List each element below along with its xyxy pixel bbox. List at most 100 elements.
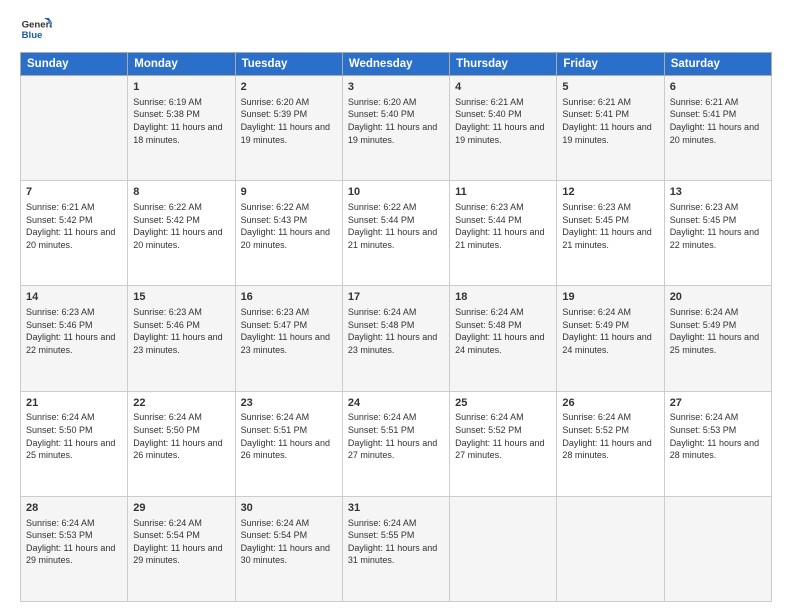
- day-number: 23: [241, 396, 337, 411]
- day-number: 31: [348, 501, 444, 516]
- calendar-cell: 26Sunrise: 6:24 AMSunset: 5:52 PMDayligh…: [557, 391, 664, 496]
- day-number: 8: [133, 185, 229, 200]
- day-number: 12: [562, 185, 658, 200]
- cell-info: Sunrise: 6:24 AMSunset: 5:50 PMDaylight:…: [133, 411, 229, 461]
- cell-info: Sunrise: 6:21 AMSunset: 5:41 PMDaylight:…: [562, 96, 658, 146]
- calendar-cell: 12Sunrise: 6:23 AMSunset: 5:45 PMDayligh…: [557, 181, 664, 286]
- cell-info: Sunrise: 6:23 AMSunset: 5:44 PMDaylight:…: [455, 201, 551, 251]
- cell-info: Sunrise: 6:21 AMSunset: 5:41 PMDaylight:…: [670, 96, 766, 146]
- cell-info: Sunrise: 6:22 AMSunset: 5:42 PMDaylight:…: [133, 201, 229, 251]
- day-number: 26: [562, 396, 658, 411]
- day-number: 17: [348, 290, 444, 305]
- calendar-cell: 19Sunrise: 6:24 AMSunset: 5:49 PMDayligh…: [557, 286, 664, 391]
- day-number: 18: [455, 290, 551, 305]
- day-number: 21: [26, 396, 122, 411]
- day-number: 7: [26, 185, 122, 200]
- cell-info: Sunrise: 6:21 AMSunset: 5:40 PMDaylight:…: [455, 96, 551, 146]
- cell-info: Sunrise: 6:23 AMSunset: 5:46 PMDaylight:…: [133, 306, 229, 356]
- calendar-cell: 2Sunrise: 6:20 AMSunset: 5:39 PMDaylight…: [235, 76, 342, 181]
- calendar-cell: 16Sunrise: 6:23 AMSunset: 5:47 PMDayligh…: [235, 286, 342, 391]
- col-header-tuesday: Tuesday: [235, 53, 342, 76]
- cell-info: Sunrise: 6:24 AMSunset: 5:55 PMDaylight:…: [348, 517, 444, 567]
- day-number: 13: [670, 185, 766, 200]
- cell-info: Sunrise: 6:24 AMSunset: 5:53 PMDaylight:…: [26, 517, 122, 567]
- week-row-4: 28Sunrise: 6:24 AMSunset: 5:53 PMDayligh…: [21, 496, 772, 601]
- calendar-cell: [21, 76, 128, 181]
- calendar-cell: [664, 496, 771, 601]
- calendar-cell: 21Sunrise: 6:24 AMSunset: 5:50 PMDayligh…: [21, 391, 128, 496]
- col-header-thursday: Thursday: [450, 53, 557, 76]
- cell-info: Sunrise: 6:24 AMSunset: 5:49 PMDaylight:…: [562, 306, 658, 356]
- day-number: 16: [241, 290, 337, 305]
- cell-info: Sunrise: 6:24 AMSunset: 5:51 PMDaylight:…: [241, 411, 337, 461]
- day-number: 24: [348, 396, 444, 411]
- day-number: 2: [241, 80, 337, 95]
- cell-info: Sunrise: 6:23 AMSunset: 5:45 PMDaylight:…: [670, 201, 766, 251]
- header-row: SundayMondayTuesdayWednesdayThursdayFrid…: [21, 53, 772, 76]
- header: General Blue: [20, 16, 772, 44]
- calendar-cell: 24Sunrise: 6:24 AMSunset: 5:51 PMDayligh…: [342, 391, 449, 496]
- calendar-table: SundayMondayTuesdayWednesdayThursdayFrid…: [20, 52, 772, 602]
- cell-info: Sunrise: 6:22 AMSunset: 5:43 PMDaylight:…: [241, 201, 337, 251]
- cell-info: Sunrise: 6:24 AMSunset: 5:52 PMDaylight:…: [562, 411, 658, 461]
- day-number: 25: [455, 396, 551, 411]
- week-row-1: 7Sunrise: 6:21 AMSunset: 5:42 PMDaylight…: [21, 181, 772, 286]
- svg-text:Blue: Blue: [22, 30, 43, 41]
- calendar-cell: 4Sunrise: 6:21 AMSunset: 5:40 PMDaylight…: [450, 76, 557, 181]
- calendar-cell: 29Sunrise: 6:24 AMSunset: 5:54 PMDayligh…: [128, 496, 235, 601]
- day-number: 30: [241, 501, 337, 516]
- day-number: 9: [241, 185, 337, 200]
- calendar-cell: 22Sunrise: 6:24 AMSunset: 5:50 PMDayligh…: [128, 391, 235, 496]
- day-number: 1: [133, 80, 229, 95]
- calendar-cell: 18Sunrise: 6:24 AMSunset: 5:48 PMDayligh…: [450, 286, 557, 391]
- cell-info: Sunrise: 6:24 AMSunset: 5:54 PMDaylight:…: [241, 517, 337, 567]
- cell-info: Sunrise: 6:24 AMSunset: 5:52 PMDaylight:…: [455, 411, 551, 461]
- day-number: 6: [670, 80, 766, 95]
- cell-info: Sunrise: 6:24 AMSunset: 5:53 PMDaylight:…: [670, 411, 766, 461]
- calendar-cell: 8Sunrise: 6:22 AMSunset: 5:42 PMDaylight…: [128, 181, 235, 286]
- calendar-cell: 17Sunrise: 6:24 AMSunset: 5:48 PMDayligh…: [342, 286, 449, 391]
- calendar-cell: 15Sunrise: 6:23 AMSunset: 5:46 PMDayligh…: [128, 286, 235, 391]
- col-header-wednesday: Wednesday: [342, 53, 449, 76]
- calendar-cell: 30Sunrise: 6:24 AMSunset: 5:54 PMDayligh…: [235, 496, 342, 601]
- cell-info: Sunrise: 6:24 AMSunset: 5:51 PMDaylight:…: [348, 411, 444, 461]
- cell-info: Sunrise: 6:19 AMSunset: 5:38 PMDaylight:…: [133, 96, 229, 146]
- calendar-cell: 3Sunrise: 6:20 AMSunset: 5:40 PMDaylight…: [342, 76, 449, 181]
- cell-info: Sunrise: 6:24 AMSunset: 5:49 PMDaylight:…: [670, 306, 766, 356]
- calendar-cell: 20Sunrise: 6:24 AMSunset: 5:49 PMDayligh…: [664, 286, 771, 391]
- calendar-cell: 11Sunrise: 6:23 AMSunset: 5:44 PMDayligh…: [450, 181, 557, 286]
- day-number: 10: [348, 185, 444, 200]
- day-number: 27: [670, 396, 766, 411]
- day-number: 15: [133, 290, 229, 305]
- calendar-cell: [557, 496, 664, 601]
- logo-icon: General Blue: [20, 16, 52, 44]
- calendar-cell: 13Sunrise: 6:23 AMSunset: 5:45 PMDayligh…: [664, 181, 771, 286]
- day-number: 3: [348, 80, 444, 95]
- day-number: 11: [455, 185, 551, 200]
- calendar-cell: 1Sunrise: 6:19 AMSunset: 5:38 PMDaylight…: [128, 76, 235, 181]
- cell-info: Sunrise: 6:22 AMSunset: 5:44 PMDaylight:…: [348, 201, 444, 251]
- day-number: 20: [670, 290, 766, 305]
- cell-info: Sunrise: 6:24 AMSunset: 5:50 PMDaylight:…: [26, 411, 122, 461]
- calendar-cell: [450, 496, 557, 601]
- cell-info: Sunrise: 6:23 AMSunset: 5:46 PMDaylight:…: [26, 306, 122, 356]
- day-number: 22: [133, 396, 229, 411]
- day-number: 14: [26, 290, 122, 305]
- calendar-cell: 23Sunrise: 6:24 AMSunset: 5:51 PMDayligh…: [235, 391, 342, 496]
- calendar-cell: 5Sunrise: 6:21 AMSunset: 5:41 PMDaylight…: [557, 76, 664, 181]
- week-row-2: 14Sunrise: 6:23 AMSunset: 5:46 PMDayligh…: [21, 286, 772, 391]
- calendar-cell: 27Sunrise: 6:24 AMSunset: 5:53 PMDayligh…: [664, 391, 771, 496]
- week-row-3: 21Sunrise: 6:24 AMSunset: 5:50 PMDayligh…: [21, 391, 772, 496]
- calendar-cell: 31Sunrise: 6:24 AMSunset: 5:55 PMDayligh…: [342, 496, 449, 601]
- calendar-cell: 10Sunrise: 6:22 AMSunset: 5:44 PMDayligh…: [342, 181, 449, 286]
- cell-info: Sunrise: 6:20 AMSunset: 5:40 PMDaylight:…: [348, 96, 444, 146]
- calendar-cell: 6Sunrise: 6:21 AMSunset: 5:41 PMDaylight…: [664, 76, 771, 181]
- cell-info: Sunrise: 6:20 AMSunset: 5:39 PMDaylight:…: [241, 96, 337, 146]
- calendar-cell: 7Sunrise: 6:21 AMSunset: 5:42 PMDaylight…: [21, 181, 128, 286]
- cell-info: Sunrise: 6:24 AMSunset: 5:48 PMDaylight:…: [455, 306, 551, 356]
- calendar-cell: 14Sunrise: 6:23 AMSunset: 5:46 PMDayligh…: [21, 286, 128, 391]
- logo: General Blue: [20, 16, 52, 44]
- cell-info: Sunrise: 6:24 AMSunset: 5:48 PMDaylight:…: [348, 306, 444, 356]
- day-number: 19: [562, 290, 658, 305]
- calendar-page: General Blue SundayMondayTuesdayWednesda…: [0, 0, 792, 612]
